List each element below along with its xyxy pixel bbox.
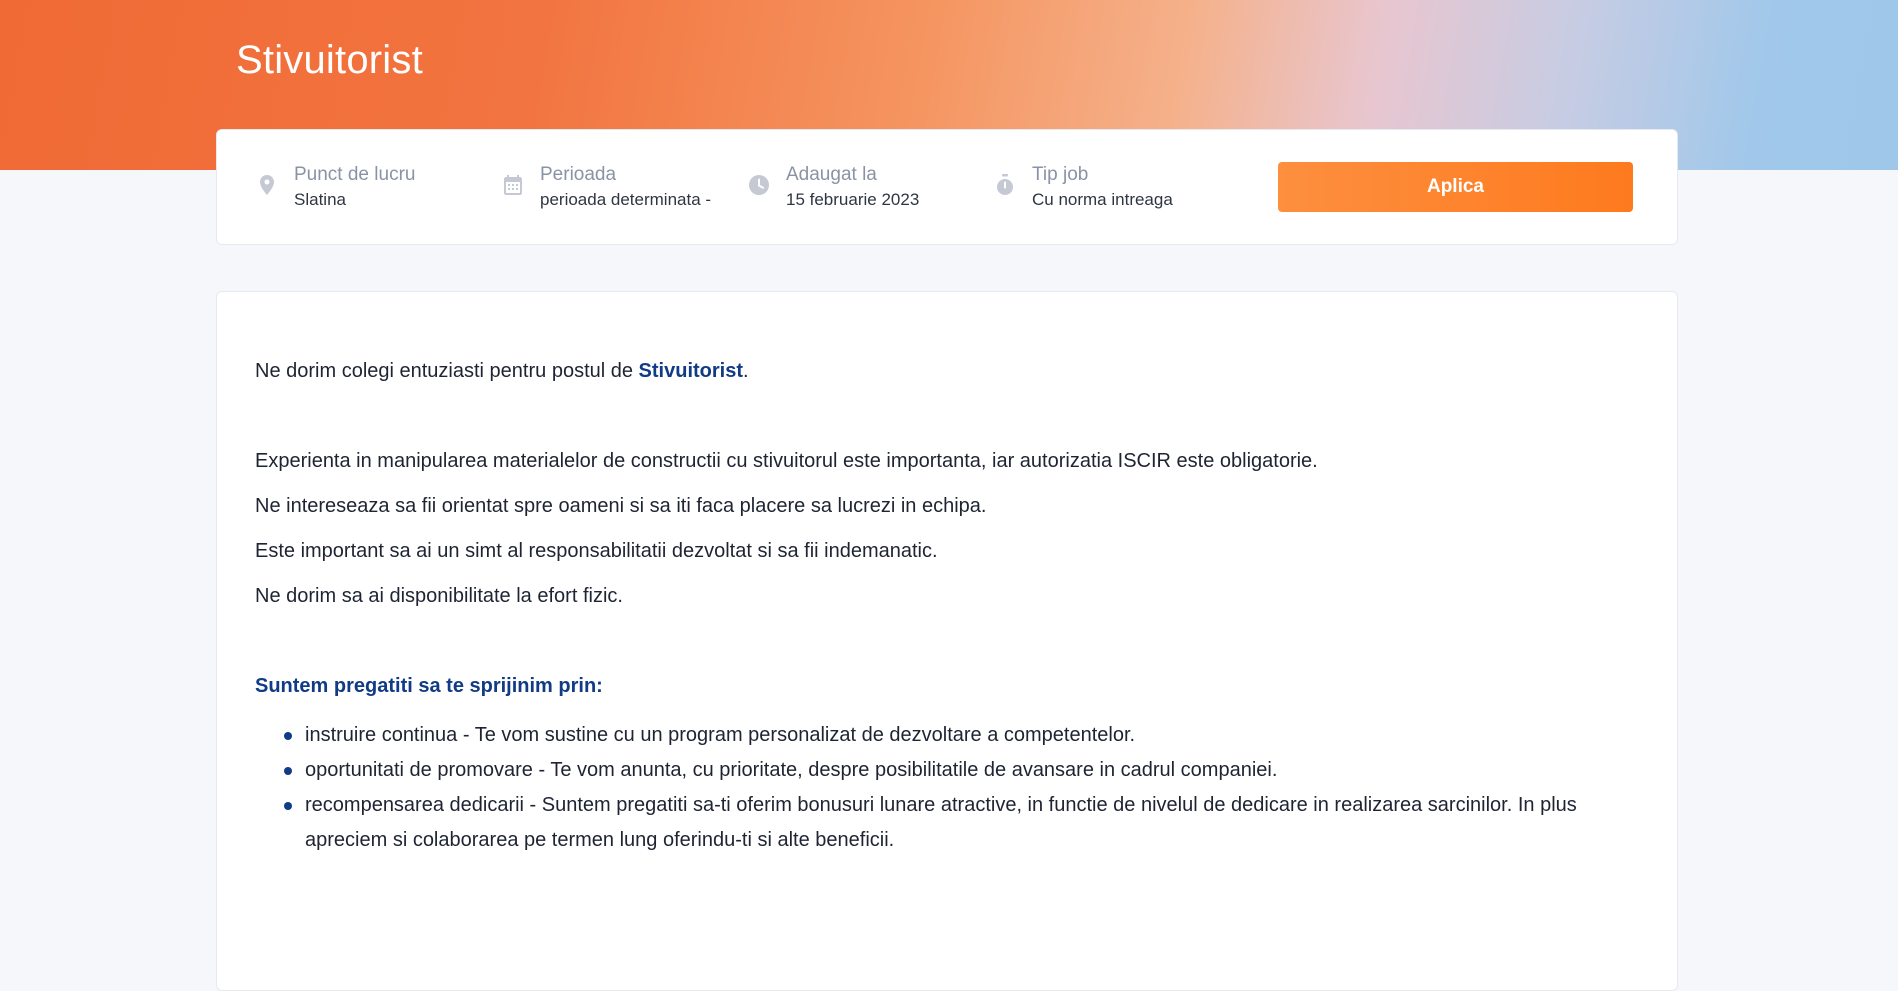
- period-value: perioada determinata -: [540, 190, 712, 209]
- requirement-paragraph: Ne intereseaza sa fii orientat spre oame…: [255, 495, 987, 517]
- requirement-paragraph: Este important sa ai un simt al responsa…: [255, 540, 938, 562]
- benefit-item: oportunitati de promovare - Te vom anunt…: [255, 753, 1625, 788]
- bullet-icon: [284, 802, 292, 810]
- map-pin-icon: [255, 173, 279, 197]
- bullet-icon: [284, 732, 292, 740]
- added-value: 15 februarie 2023: [786, 190, 920, 209]
- clock-icon: [747, 173, 771, 197]
- job-info-card: Punct de lucru Slatina Perioada perioada…: [216, 129, 1678, 245]
- benefit-text: instruire continua - Te vom sustine cu u…: [305, 724, 1136, 746]
- calendar-icon: [501, 173, 525, 197]
- job-type-label: Tip job: [1032, 164, 1089, 185]
- benefit-text: oportunitati de promovare - Te vom anunt…: [305, 759, 1278, 781]
- intro-job-title: Stivuitorist: [638, 360, 743, 382]
- benefits-heading: Suntem pregatiti sa te sprijinim prin:: [255, 675, 603, 697]
- intro-paragraph: Ne dorim colegi entuziasti pentru postul…: [255, 360, 749, 383]
- benefit-item: instruire continua - Te vom sustine cu u…: [255, 718, 1625, 753]
- period-label: Perioada: [540, 164, 617, 185]
- apply-button[interactable]: Aplica: [1278, 162, 1633, 212]
- location-value: Slatina: [294, 190, 346, 209]
- intro-suffix: .: [743, 360, 749, 382]
- benefits-list: instruire continua - Te vom sustine cu u…: [255, 718, 1625, 858]
- benefit-item: recompensarea dedicarii - Suntem pregati…: [255, 788, 1625, 858]
- benefit-text: recompensarea dedicarii - Suntem pregati…: [305, 794, 1577, 851]
- page-title: Stivuitorist: [236, 38, 423, 82]
- requirement-paragraph: Ne dorim sa ai disponibilitate la efort …: [255, 585, 623, 607]
- location-label: Punct de lucru: [294, 164, 416, 185]
- added-label: Adaugat la: [786, 164, 877, 185]
- job-type-value: Cu norma intreaga: [1032, 190, 1173, 209]
- bullet-icon: [284, 767, 292, 775]
- requirement-paragraph: Experienta in manipularea materialelor d…: [255, 450, 1318, 472]
- job-description-card: Ne dorim colegi entuziasti pentru postul…: [216, 291, 1678, 991]
- intro-prefix: Ne dorim colegi entuziasti pentru postul…: [255, 360, 639, 382]
- stopwatch-icon: [993, 173, 1017, 197]
